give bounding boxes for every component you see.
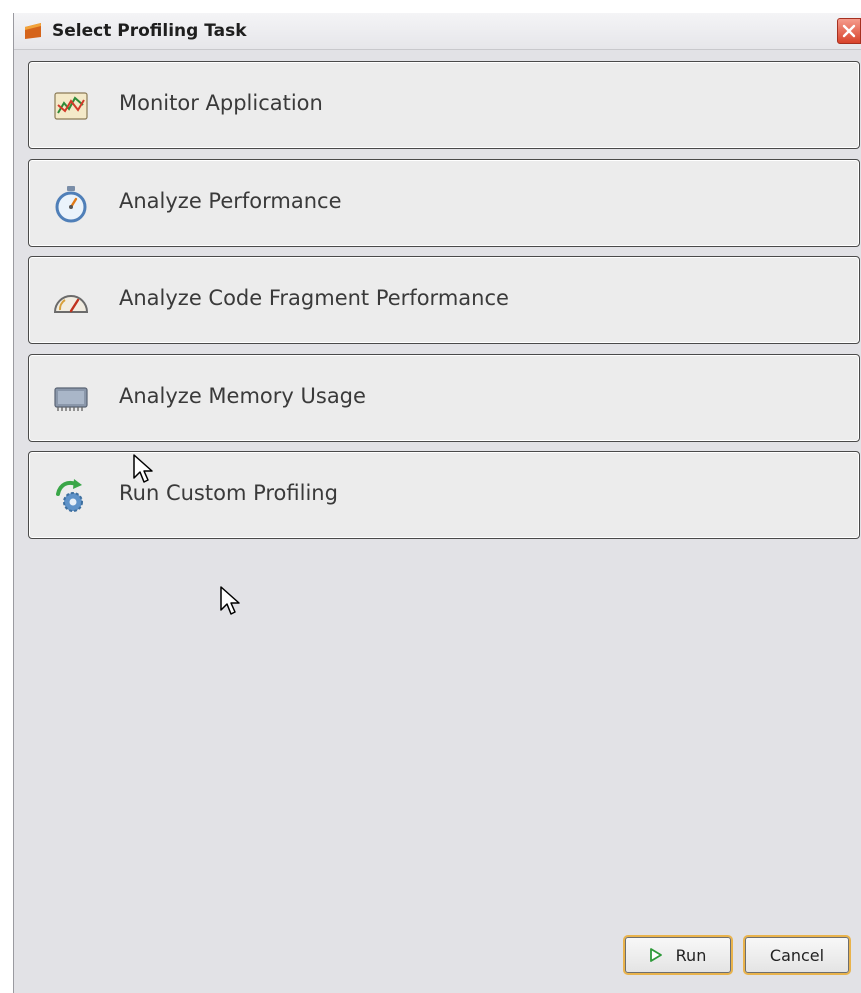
gauge-icon [51, 281, 91, 321]
play-icon [649, 948, 662, 962]
cancel-button[interactable]: Cancel [745, 937, 849, 973]
dialog-title: Select Profiling Task [52, 21, 247, 41]
task-label: Analyze Code Fragment Performance [119, 286, 509, 310]
mouse-pointer-icon [133, 454, 153, 483]
app-icon [23, 21, 43, 41]
memory-chip-icon [51, 379, 91, 419]
run-button[interactable]: Run [625, 937, 731, 973]
stopwatch-icon [51, 184, 91, 224]
close-icon [842, 24, 856, 38]
task-analyze-code-fragment[interactable]: Analyze Code Fragment Performance [28, 256, 860, 344]
title-bar[interactable]: Select Profiling Task [14, 13, 861, 50]
task-analyze-performance[interactable]: Analyze Performance [28, 159, 860, 247]
close-button[interactable] [837, 18, 861, 44]
task-label: Analyze Performance [119, 189, 342, 213]
custom-gear-icon [51, 476, 91, 516]
monitor-chart-icon [51, 86, 91, 126]
mouse-pointer-icon [220, 586, 240, 615]
cancel-button-label: Cancel [769, 945, 825, 965]
task-analyze-memory-usage[interactable]: Analyze Memory Usage [28, 354, 860, 442]
run-button-label: Run [675, 945, 707, 965]
profiling-dialog: Select Profiling Task Monitor Applicatio… [13, 13, 861, 993]
task-label: Monitor Application [119, 91, 323, 115]
task-label: Analyze Memory Usage [119, 384, 366, 408]
task-monitor-application[interactable]: Monitor Application [28, 61, 860, 149]
